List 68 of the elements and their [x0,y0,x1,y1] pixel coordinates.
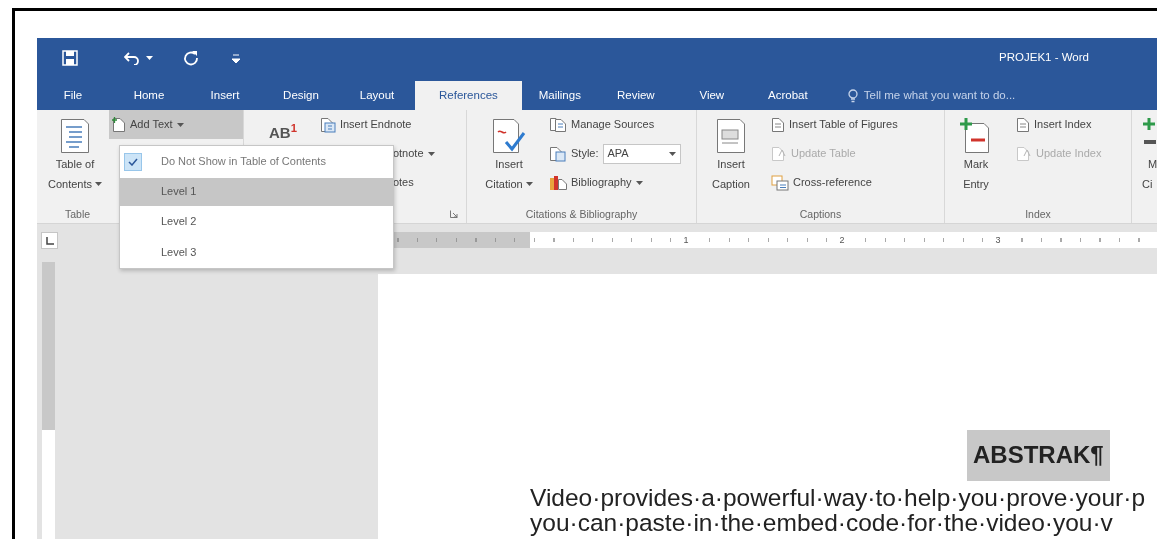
caret-icon [145,56,153,60]
undo-icon[interactable] [123,51,140,65]
page-icon [771,116,785,133]
page-icon [771,145,787,162]
body-text-line: you·can·paste·in·the·embed·code·for·the·video·you·v [529,510,1113,535]
caret-icon [668,151,676,156]
style-label: Style: [571,146,599,161]
endnote-icon [319,116,336,133]
body-text-line: Video·provides·a·powerful·way·to·help·you·prove·your·p [529,485,1147,510]
group-label: Captions [799,207,842,222]
page-icon [112,116,126,133]
redo-icon[interactable] [183,50,199,66]
ribbon-button[interactable]: Insert Table of Figures [768,110,944,139]
lightbulb-icon [847,88,858,103]
window-title: PROJEK1 - Word [999,51,1089,65]
group-label: Table [65,207,91,222]
ribbon-button[interactable]: Table of Contents [45,110,105,194]
tab-stop-icon [45,236,54,245]
ribbon-button[interactable]: Cross-reference [768,168,944,197]
document-plus-minus-icon [960,118,992,154]
page-icon [1016,145,1032,162]
ribbon-button[interactable]: Bibliography [546,168,696,197]
ribbon-tab[interactable]: Layout [339,81,415,110]
style-icon [549,145,567,162]
tell-me-field[interactable]: Tell me what you want to do... [847,81,1016,110]
ribbon-tab[interactable]: Insert [187,81,263,110]
ribbon-button[interactable]: Insert Citation [479,110,539,194]
ribbon-tab[interactable]: Mailings [521,81,598,110]
ribbon-button[interactable]: Mark Entry [946,110,1006,194]
ribbon-tab[interactable]: References [415,81,522,110]
document-icon [716,118,746,154]
footnote-icon[interactable]: AB$^{1}$ [269,124,297,142]
books-icon [549,174,567,191]
dialog-launcher-icon[interactable] [450,210,458,219]
tab-selector-button[interactable] [41,232,58,249]
group-label: Citations & Bibliography [525,207,638,222]
ribbon-button[interactable]: Insert Index [1013,110,1131,139]
ribbon-tab[interactable]: Review [597,81,674,110]
caret-icon [525,182,533,186]
sources-icon [549,116,567,133]
group-label: Index [1025,207,1051,222]
customize-icon[interactable] [232,53,240,63]
caret-icon [427,151,435,156]
ruler-number: 3 [993,235,1003,245]
ribbon-button[interactable]: Manage Sources [546,110,696,139]
ribbon-tab[interactable]: File [35,81,111,110]
document-icon [60,118,90,154]
caret-icon [635,180,643,185]
cross-reference-icon [771,174,789,191]
ribbon-button[interactable]: Insert Caption [701,110,761,194]
ruler-number: 1 [681,235,691,245]
ribbon-tab[interactable]: Design [263,81,339,110]
ribbon-tab[interactable]: View [673,81,750,110]
save-icon[interactable] [62,50,78,66]
caret-icon [95,182,102,186]
check-icon [128,158,138,166]
document-heading: ABSTRAK¶ [967,430,1110,481]
ribbon-button[interactable]: Insert Endnote [316,110,466,139]
ribbon-tab[interactable]: Home [111,81,187,110]
caret-icon [176,122,184,127]
ribbon-button[interactable]: Add Text [109,110,243,139]
ribbon-button[interactable]: M Ci [1142,110,1157,194]
style-dropdown[interactable]: APA [602,143,681,164]
page-icon [1016,116,1030,133]
document-check-icon [492,118,526,154]
ribbon-tab[interactable]: Acrobat [749,81,826,110]
ruler-number: 2 [837,235,847,245]
menu-item[interactable]: Level 1 [120,178,393,206]
